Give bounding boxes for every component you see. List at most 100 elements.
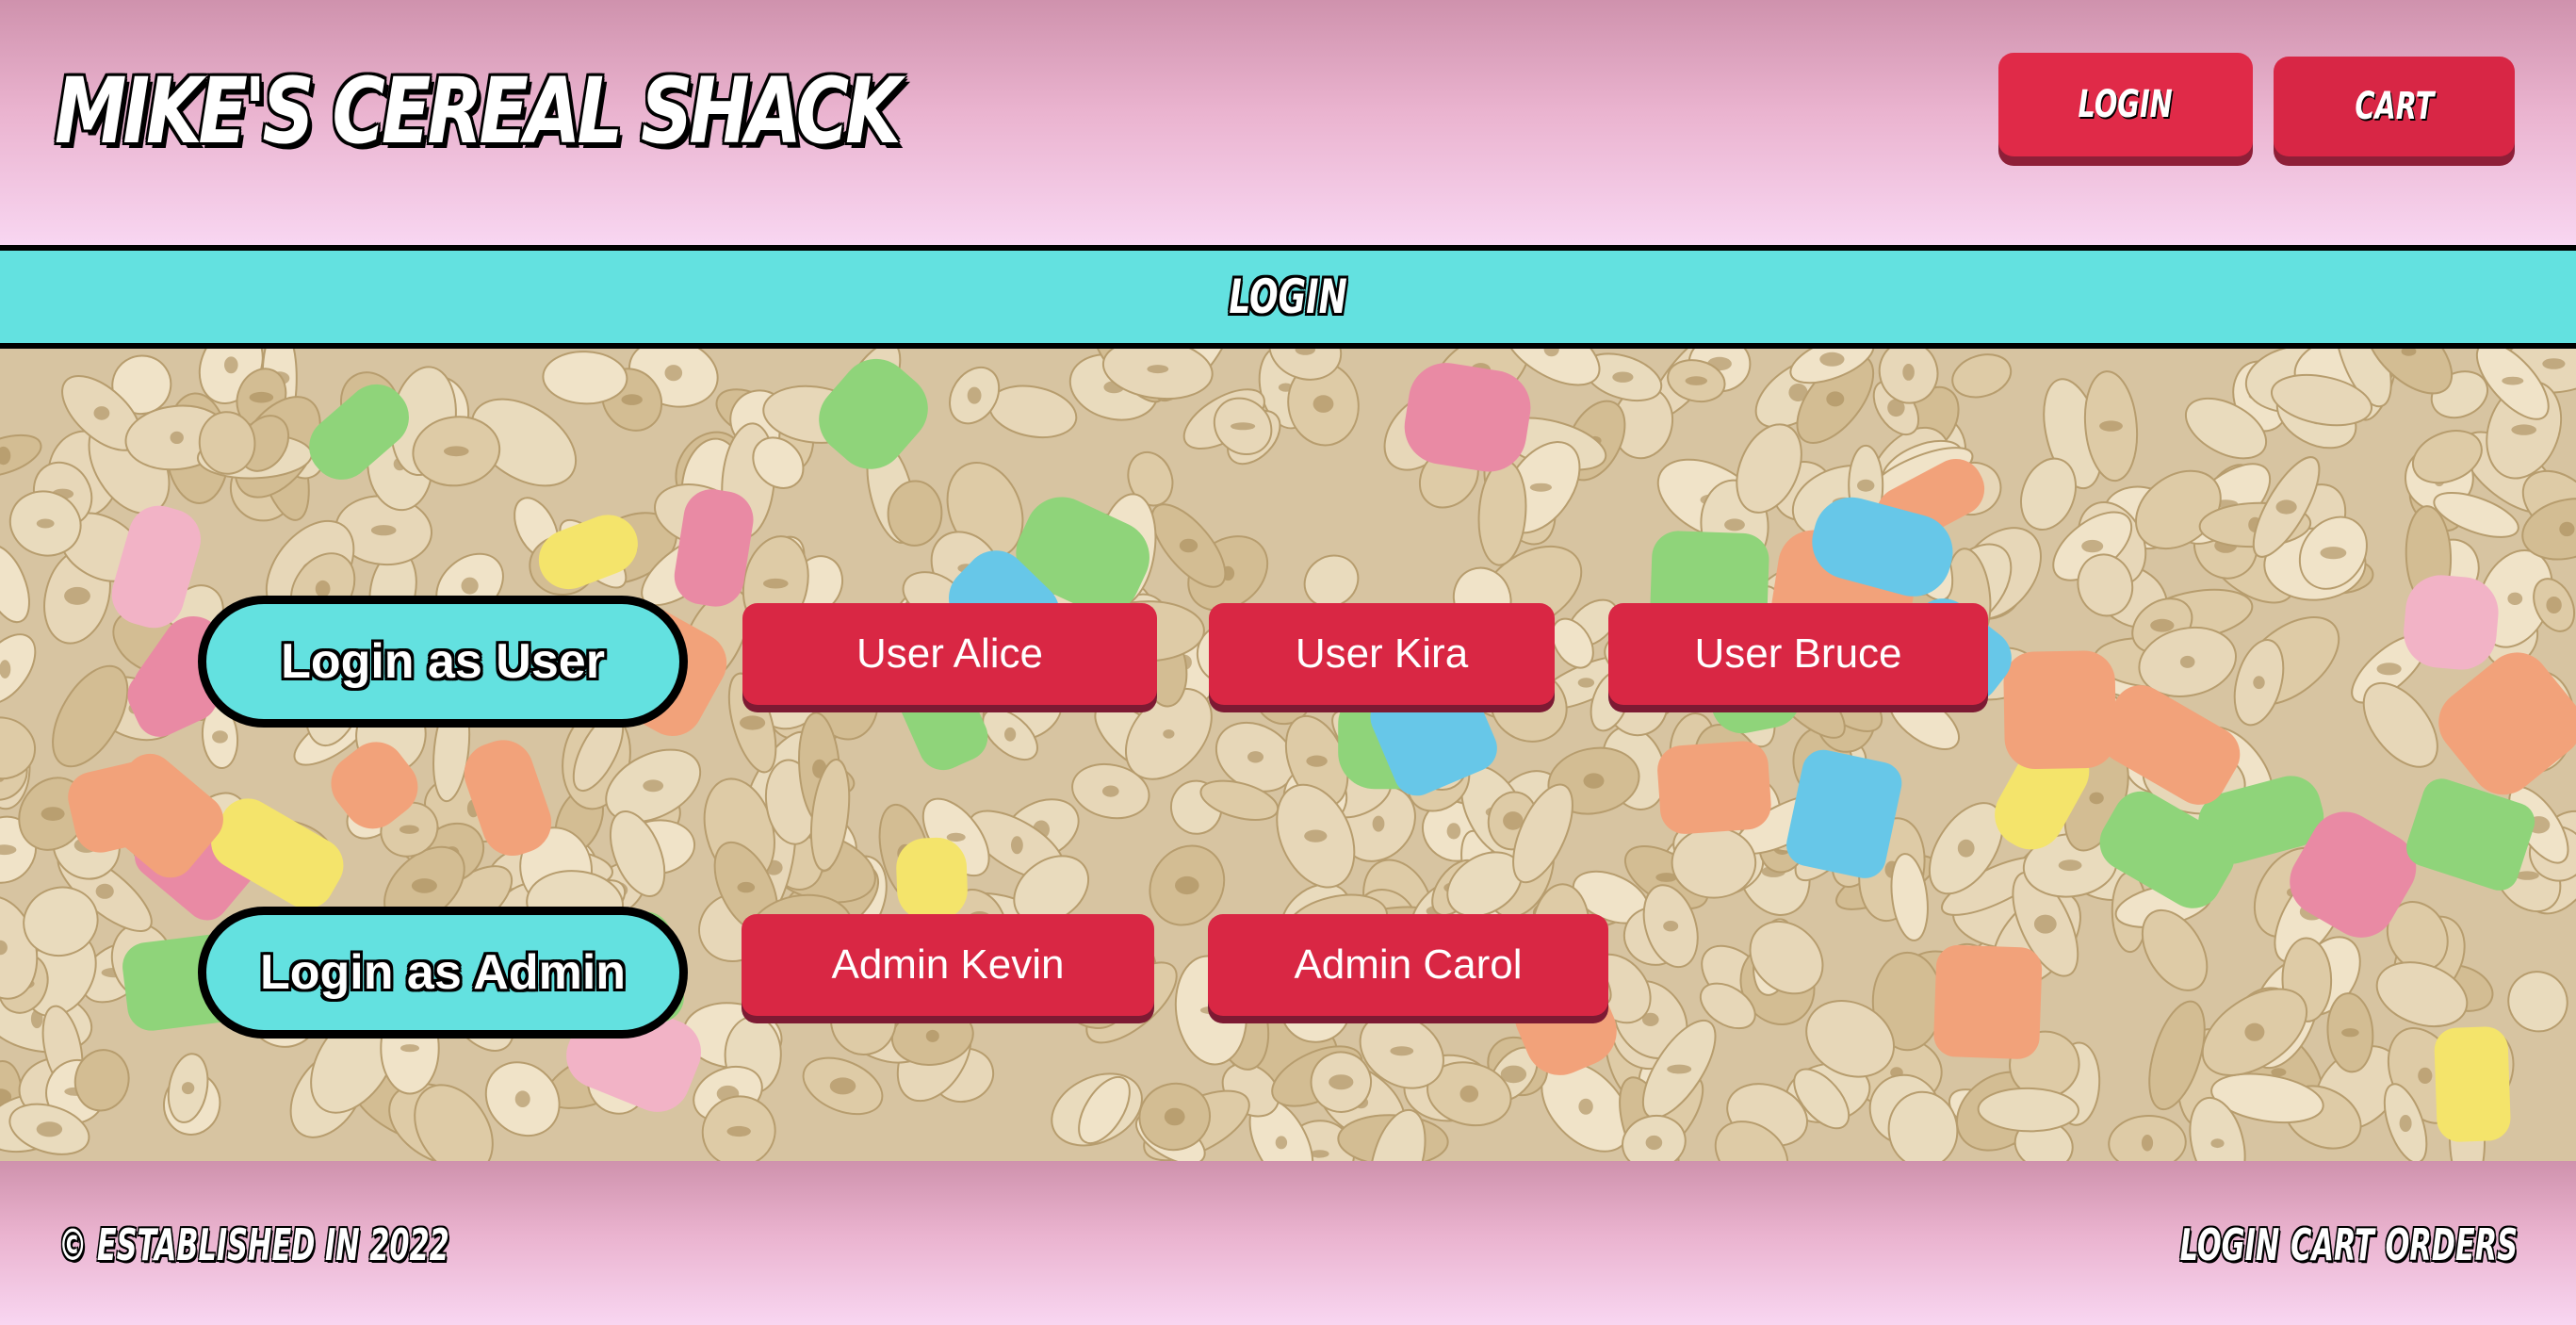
cereal-oat-hole xyxy=(2502,376,2524,385)
cereal-oat-hole xyxy=(93,406,110,420)
site-brand[interactable]: MIKE'S CEREAL SHACK xyxy=(55,58,902,164)
cereal-oat-piece xyxy=(1951,353,2013,399)
footer-link-login[interactable]: LOGIN xyxy=(2180,1219,2280,1270)
cereal-oat-hole xyxy=(1667,1064,1692,1074)
login-admin-kevin-button[interactable]: Admin Kevin xyxy=(742,914,1154,1016)
cereal-oat-hole xyxy=(1102,785,1119,797)
cereal-oat-hole xyxy=(643,779,664,793)
cereal-oat-hole xyxy=(1503,811,1524,830)
cereal-oat-hole xyxy=(726,1125,751,1137)
cereal-oat-hole xyxy=(2210,1138,2225,1149)
cereal-oat-hole xyxy=(1857,479,1875,492)
cereal-oat-hole xyxy=(224,356,238,374)
cereal-oat-hole xyxy=(2559,521,2575,537)
cereal-marshmallow xyxy=(1933,944,2043,1059)
cereal-oat-hole xyxy=(249,391,274,403)
cereal-oat-hole xyxy=(1231,422,1256,431)
login-admin-carol-button[interactable]: Admin Carol xyxy=(1208,914,1608,1016)
nav-login-label: LOGIN xyxy=(2078,83,2174,126)
cereal-oat-hole xyxy=(1164,1107,1185,1126)
cereal-oat-hole xyxy=(1826,391,1845,407)
cereal-oat-hole xyxy=(181,1082,195,1095)
cereal-oat-hole xyxy=(1583,773,1605,789)
nav-login-button[interactable]: LOGIN xyxy=(1998,53,2253,156)
nav-cart-button[interactable]: CART xyxy=(2274,57,2515,156)
cereal-oat-piece xyxy=(887,480,943,547)
footer-link-orders[interactable]: ORDERS xyxy=(2386,1219,2518,1270)
login-as-admin-label: Login as Admin xyxy=(198,907,688,1039)
cereal-oat-hole xyxy=(41,807,65,821)
cereal-oat-hole xyxy=(737,881,756,893)
cereal-oat-hole xyxy=(2141,1135,2154,1152)
cereal-oat-hole xyxy=(2399,1115,2412,1132)
cereal-oat-hole xyxy=(1390,1046,1414,1056)
login-user-alice-button[interactable]: User Alice xyxy=(742,603,1157,705)
cereal-oat-hole xyxy=(2099,420,2123,432)
cereal-oat-hole xyxy=(2507,592,2523,605)
cereal-oat-piece xyxy=(1977,1087,2079,1133)
cereal-oat-hole xyxy=(1312,395,1334,413)
cereal-oat-hole xyxy=(1306,755,1328,767)
cereal-oat-hole xyxy=(514,1090,530,1107)
cereal-oat-hole xyxy=(170,431,184,444)
footer-copyright: © ESTABLISHED IN 2022 xyxy=(58,1219,449,1270)
cereal-oat-hole xyxy=(2546,597,2562,613)
cereal-oat-hole xyxy=(2033,914,2057,934)
login-as-user-label: Login as User xyxy=(198,596,688,728)
cereal-oat-hole xyxy=(2089,792,2104,805)
cereal-oat-hole xyxy=(1459,1085,1479,1103)
cereal-oat-hole xyxy=(1902,364,1915,381)
cereal-oat-hole xyxy=(763,578,789,589)
cereal-marshmallow xyxy=(2003,650,2116,770)
cereal-oat-hole xyxy=(1329,1074,1354,1090)
cereal-oat-hole xyxy=(829,1077,856,1095)
cereal-oat-hole xyxy=(1372,815,1385,832)
cereal-marshmallow xyxy=(896,837,968,921)
cereal-oat-hole xyxy=(2150,618,2175,632)
cereal-oat-hole xyxy=(946,832,966,842)
cereal-oat-hole xyxy=(2511,424,2536,435)
site-header: MIKE'S CEREAL SHACK LOGIN CART xyxy=(0,0,2576,245)
cereal-oat-piece xyxy=(0,716,37,780)
cereal-oat-hole xyxy=(1446,823,1461,840)
cereal-oat-hole xyxy=(370,525,397,536)
page-title-bar: LOGIN xyxy=(0,245,2576,349)
nav-cart-label: CART xyxy=(2355,85,2434,128)
site-footer: © ESTABLISHED IN 2022 LOGIN CART ORDERS xyxy=(0,1161,2576,1325)
cereal-oat-hole xyxy=(1175,875,1199,895)
cereal-oat-hole xyxy=(36,518,55,529)
cereal-oat-hole xyxy=(1724,518,1745,532)
login-user-kira-button[interactable]: User Kira xyxy=(1209,603,1555,705)
cereal-oat-hole xyxy=(1163,729,1175,739)
cereal-oat-hole xyxy=(925,1029,939,1042)
cereal-oat-hole xyxy=(2320,547,2347,560)
cereal-marshmallow xyxy=(1657,741,1771,834)
cereal-oat-hole xyxy=(1179,538,1198,553)
cereal-oat-hole xyxy=(95,883,114,899)
cereal-oat-hole xyxy=(1612,371,1634,383)
cereal-oat-hole xyxy=(1304,829,1328,842)
cereal-oat-hole xyxy=(444,446,469,457)
footer-nav: LOGIN CART ORDERS xyxy=(2180,1219,2518,1270)
cereal-oat-hole xyxy=(1685,376,1708,385)
cereal-background xyxy=(0,349,2576,1161)
cereal-marshmallow xyxy=(819,358,928,469)
cereal-oat-hole xyxy=(1247,751,1264,763)
cereal-oat-hole xyxy=(2376,662,2402,676)
cereal-oat-hole xyxy=(461,577,479,595)
cereal-oat-hole xyxy=(740,715,766,730)
cereal-oat-hole xyxy=(1147,365,1169,374)
cereal-oat-hole xyxy=(2244,1022,2265,1041)
cereal-oat-hole xyxy=(2341,1028,2359,1038)
cereal-marshmallow xyxy=(2404,575,2499,670)
login-user-bruce-button[interactable]: User Bruce xyxy=(1608,603,1988,705)
cereal-oat-hole xyxy=(1011,836,1023,855)
cereal-oat-hole xyxy=(2058,859,2082,872)
cereal-oat-hole xyxy=(400,1044,419,1053)
footer-link-cart[interactable]: CART xyxy=(2291,1219,2374,1270)
cereal-oat-hole xyxy=(2253,676,2265,690)
cereal-oat-hole xyxy=(1578,1098,1593,1115)
cereal-oat-piece xyxy=(1671,826,1757,899)
cereal-oat-piece xyxy=(542,351,628,405)
cereal-oat-hole xyxy=(1957,839,1975,858)
